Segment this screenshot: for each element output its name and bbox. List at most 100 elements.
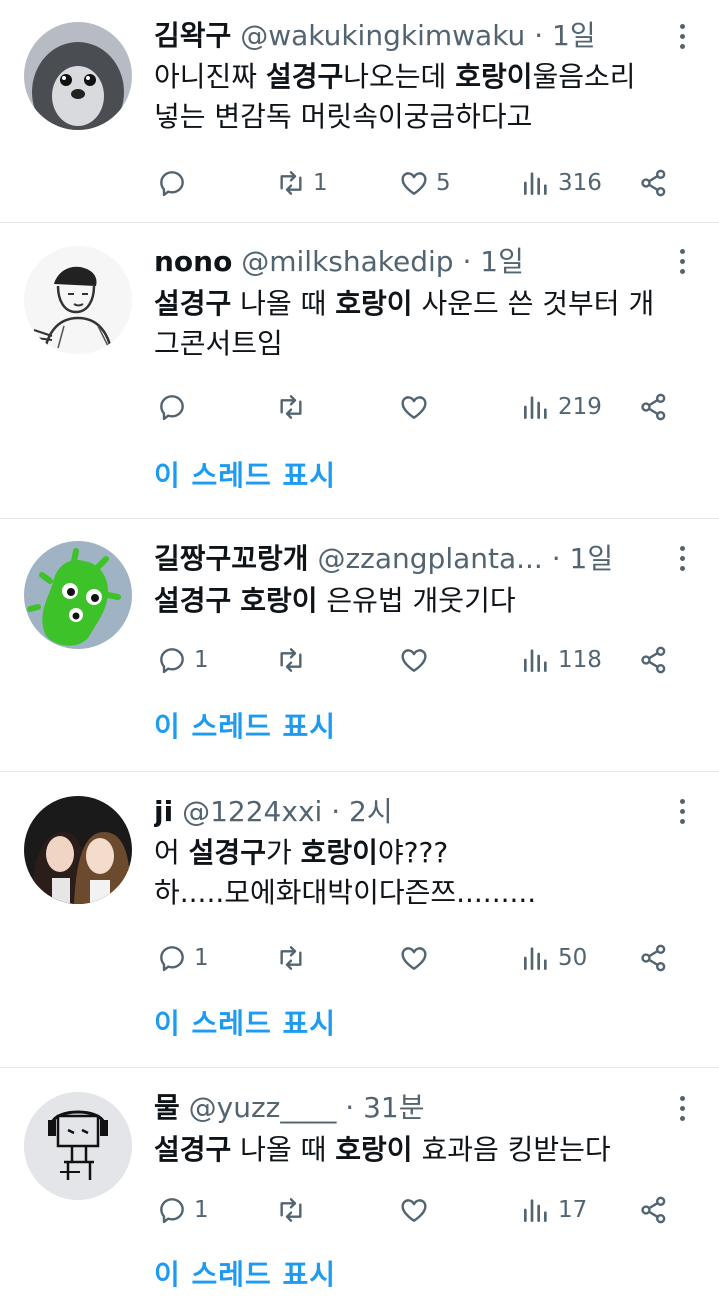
user-handle[interactable]: @wakukingkimwaku (240, 19, 525, 52)
display-name[interactable]: ji (154, 795, 173, 828)
two-girls-avatar-image (24, 796, 132, 904)
more-options-icon[interactable] (675, 249, 689, 279)
share-button[interactable] (638, 938, 670, 978)
share-button[interactable] (638, 163, 670, 203)
like-button[interactable]: 5 (398, 163, 451, 203)
views-icon (524, 396, 547, 419)
views-button[interactable]: 50 (520, 938, 587, 978)
tweet[interactable]: nono @milkshakedip · 1일 설경구 나올 때 호랑이 사운드… (0, 223, 719, 519)
timestamp[interactable]: · 1일 (462, 245, 523, 278)
view-count: 316 (558, 170, 602, 196)
retweet-count: 1 (313, 170, 328, 196)
avatar[interactable] (24, 541, 132, 649)
views-button[interactable]: 118 (520, 640, 602, 680)
views-icon (524, 1199, 547, 1222)
user-handle[interactable]: @zzangplanta... (317, 542, 542, 575)
avatar[interactable] (24, 22, 132, 130)
tweet-text: 설경구 나올 때 호랑이 효과음 킹받는다 (154, 1130, 699, 1170)
tweet[interactable]: 물 @yuzz____ · 31분 설경구 나올 때 호랑이 효과음 킹받는다 … (0, 1068, 719, 1315)
show-thread-link[interactable]: 이 스레드 표시 (154, 707, 336, 747)
text-segment: 나오는데 (343, 60, 456, 93)
tweet[interactable]: ji @1224xxi · 2시 어 설경구가 호랑이야??? 하.....모에화… (0, 772, 719, 1068)
share-button[interactable] (638, 387, 670, 427)
timestamp[interactable]: · 1일 (552, 542, 613, 575)
reply-count: 1 (194, 1197, 209, 1223)
tweet[interactable]: 김왁구 @wakukingkimwaku · 1일 아니진짜 설경구나오는데 호… (0, 0, 719, 223)
reply-icon (160, 171, 184, 197)
highlighted-keyword: 설경구 (265, 60, 344, 93)
text-segment: 야??? (377, 836, 449, 869)
timestamp[interactable]: · 1일 (534, 19, 595, 52)
display-name[interactable]: nono (154, 245, 232, 278)
like-button[interactable] (398, 640, 436, 680)
reply-button[interactable] (156, 163, 194, 203)
views-button[interactable]: 316 (520, 163, 602, 203)
avatar[interactable] (24, 246, 132, 354)
retweet-icon (280, 1198, 302, 1222)
text-segment: 어 (154, 836, 189, 869)
text-segment: 하.....모에화대박이다즌쯔......... (154, 876, 537, 909)
highlighted-keyword: 설경구 (188, 836, 266, 869)
view-count: 219 (558, 394, 602, 420)
views-icon (524, 947, 547, 970)
highlighted-keyword: 설경구 (154, 287, 232, 320)
reply-button[interactable]: 1 (156, 640, 209, 680)
reply-icon (160, 395, 184, 421)
highlighted-keyword: 설경구 (154, 1133, 232, 1166)
tweet-text-line: 설경구 나올 때 호랑이 사운드 쓴 것부터 개 (154, 284, 699, 324)
text-segment: 사운드 쓴 것부터 개 (412, 287, 655, 320)
retweet-button[interactable] (275, 640, 313, 680)
display-name[interactable]: 물 (154, 1091, 180, 1124)
avatar[interactable] (24, 1092, 132, 1200)
display-name[interactable]: 김왁구 (154, 19, 231, 52)
more-options-icon[interactable] (675, 1096, 689, 1126)
user-handle[interactable]: @1224xxi (182, 795, 322, 828)
text-segment (231, 584, 240, 617)
like-button[interactable] (398, 938, 436, 978)
show-thread-link[interactable]: 이 스레드 표시 (154, 1255, 336, 1295)
more-options-icon[interactable] (675, 546, 689, 576)
tweet-text-line: 하.....모에화대박이다즌쯔......... (154, 873, 699, 913)
more-options-icon[interactable] (675, 24, 689, 54)
views-button[interactable]: 17 (520, 1190, 587, 1230)
retweet-icon (280, 171, 302, 195)
views-button[interactable]: 219 (520, 387, 602, 427)
timestamp[interactable]: · 2시 (331, 795, 392, 828)
retweet-button[interactable] (275, 387, 313, 427)
like-button[interactable] (398, 387, 436, 427)
reply-button[interactable]: 1 (156, 1190, 209, 1230)
reply-icon (160, 648, 184, 674)
highlighted-keyword: 호랑이 (300, 836, 378, 869)
avatar[interactable] (24, 796, 132, 904)
tweet-text-line: 설경구 호랑이 은유법 개웃기다 (154, 581, 699, 621)
timestamp[interactable]: · 31분 (345, 1091, 424, 1124)
more-options-icon[interactable] (675, 799, 689, 829)
retweet-icon (280, 648, 302, 672)
reply-count: 1 (194, 647, 209, 673)
show-thread-link[interactable]: 이 스레드 표시 (154, 1004, 336, 1044)
share-button[interactable] (638, 1190, 670, 1230)
like-button[interactable] (398, 1190, 436, 1230)
tweet-text-line: 아니진짜 설경구나오는데 호랑이울음소리 (154, 57, 699, 97)
share-button[interactable] (638, 640, 670, 680)
show-thread-link[interactable]: 이 스레드 표시 (154, 456, 336, 496)
user-handle[interactable]: @yuzz____ (189, 1091, 337, 1124)
retweet-button[interactable] (275, 1190, 313, 1230)
heart-icon (401, 947, 427, 970)
text-segment: 아니진짜 (154, 60, 266, 93)
reply-button[interactable] (156, 387, 194, 427)
reply-button[interactable]: 1 (156, 938, 209, 978)
views-icon (524, 649, 547, 672)
tweet-text-line: 설경구 나올 때 호랑이 효과음 킹받는다 (154, 1130, 699, 1170)
retweet-icon (280, 395, 302, 419)
tweet[interactable]: 길짱구꼬랑개 @zzangplanta... · 1일 설경구 호랑이 은유법 … (0, 519, 719, 772)
tweet-text: 어 설경구가 호랑이야??? 하.....모에화대박이다즌쯔......... (154, 833, 699, 913)
user-handle[interactable]: @milkshakedip (241, 245, 453, 278)
tweet-text-line: 어 설경구가 호랑이야??? (154, 833, 699, 873)
display-name[interactable]: 길짱구꼬랑개 (154, 542, 309, 575)
view-count: 17 (558, 1197, 588, 1223)
retweet-icon (280, 946, 302, 970)
retweet-button[interactable] (275, 938, 313, 978)
retweet-button[interactable]: 1 (275, 163, 328, 203)
heart-icon (401, 396, 427, 419)
